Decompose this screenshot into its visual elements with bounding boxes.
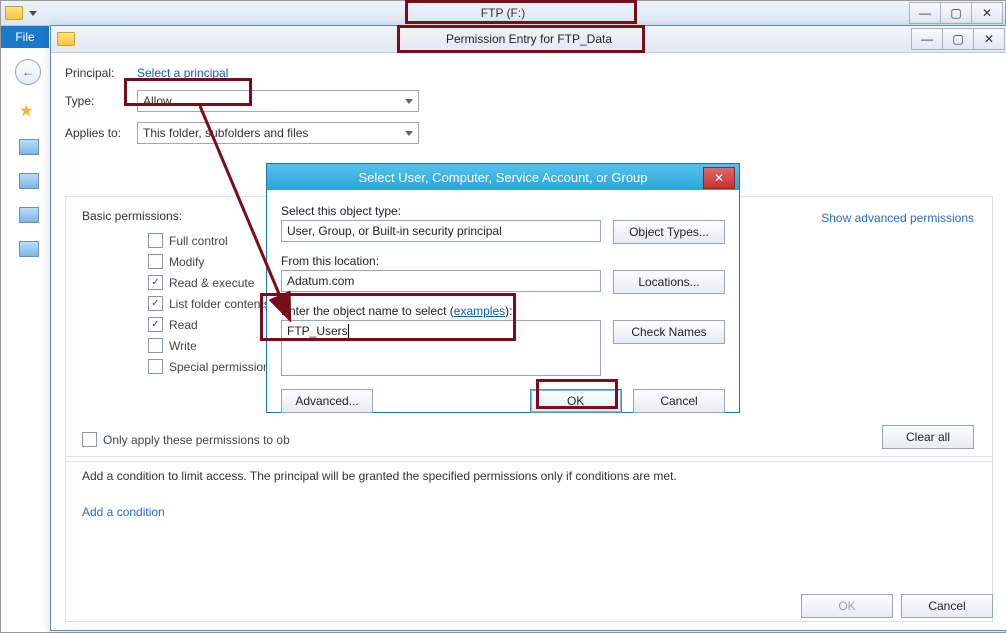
type-select[interactable]: Allow xyxy=(137,90,419,112)
perm-label: Special permissions xyxy=(169,360,276,374)
perm-label: Write xyxy=(169,339,197,353)
type-value: Allow xyxy=(143,94,172,108)
maximize-button[interactable]: ▢ xyxy=(940,2,972,24)
perm-label: Read & execute xyxy=(169,276,254,290)
dropdown-caret-icon[interactable] xyxy=(29,11,37,16)
close-button[interactable]: ✕ xyxy=(703,167,735,189)
check-names-button[interactable]: Check Names xyxy=(613,320,725,344)
perm-label: Full control xyxy=(169,234,228,248)
object-type-value: User, Group, or Built-in security princi… xyxy=(287,224,502,238)
explorer-nav-icons: ★ xyxy=(19,101,39,257)
select-user-titlebar: Select User, Computer, Service Account, … xyxy=(267,164,739,190)
cancel-button[interactable]: Cancel xyxy=(633,389,725,413)
explorer-title: FTP (F:) xyxy=(481,6,525,20)
select-user-title: Select User, Computer, Service Account, … xyxy=(358,170,647,185)
nav-icon[interactable] xyxy=(19,207,39,223)
perm-label: Read xyxy=(169,318,198,332)
folder-icon xyxy=(57,32,75,46)
location-label: From this location: xyxy=(281,254,725,268)
object-name-value: FTP_Users xyxy=(287,324,349,338)
close-button[interactable]: ✕ xyxy=(971,2,1003,24)
dropdown-arrow-icon xyxy=(405,131,413,136)
perm-label: List folder contents xyxy=(169,297,270,311)
ok-button[interactable]: OK xyxy=(530,389,622,413)
applies-to-label: Applies to: xyxy=(65,126,137,140)
close-button[interactable]: ✕ xyxy=(973,28,1005,50)
checkbox-icon[interactable] xyxy=(148,275,163,290)
ok-button[interactable]: OK xyxy=(801,594,893,618)
explorer-titlebar: FTP (F:) — ▢ ✕ xyxy=(1,1,1005,26)
perm-titlebar: Permission Entry for FTP_Data — ▢ ✕ xyxy=(51,26,1006,53)
enter-object-label: Enter the object name to select (example… xyxy=(281,304,725,318)
checkbox-icon[interactable] xyxy=(148,317,163,332)
principal-label: Principal: xyxy=(65,66,137,80)
object-type-label: Select this object type: xyxy=(281,204,725,218)
object-name-input[interactable]: FTP_Users xyxy=(281,320,601,376)
favorites-star-icon[interactable]: ★ xyxy=(19,101,39,121)
minimize-button[interactable]: — xyxy=(911,28,943,50)
checkbox-icon[interactable] xyxy=(148,359,163,374)
location-field: Adatum.com xyxy=(281,270,601,292)
perm-label: Modify xyxy=(169,255,204,269)
add-condition-link[interactable]: Add a condition xyxy=(82,505,165,519)
select-principal-link[interactable]: Select a principal xyxy=(137,66,228,80)
checkbox-icon[interactable] xyxy=(148,338,163,353)
applies-to-value: This folder, subfolders and files xyxy=(143,126,308,140)
dropdown-arrow-icon xyxy=(405,99,413,104)
back-button[interactable]: ← xyxy=(15,59,41,85)
only-apply-row[interactable]: Only apply these permissions to ob xyxy=(82,432,290,447)
examples-link[interactable]: examples xyxy=(454,304,505,318)
object-type-field: User, Group, or Built-in security princi… xyxy=(281,220,601,242)
nav-icon[interactable] xyxy=(19,241,39,257)
locations-button[interactable]: Locations... xyxy=(613,270,725,294)
applies-to-select[interactable]: This folder, subfolders and files xyxy=(137,122,419,144)
cancel-button[interactable]: Cancel xyxy=(901,594,993,618)
checkbox-icon[interactable] xyxy=(148,233,163,248)
conditions-message: Add a condition to limit access. The pri… xyxy=(82,469,976,483)
perm-title: Permission Entry for FTP_Data xyxy=(446,32,612,46)
minimize-button[interactable]: — xyxy=(909,2,941,24)
folder-icon xyxy=(5,6,23,20)
checkbox-icon[interactable] xyxy=(82,432,97,447)
object-types-button[interactable]: Object Types... xyxy=(613,220,725,244)
advanced-button[interactable]: Advanced... xyxy=(281,389,373,413)
select-user-dialog: Select User, Computer, Service Account, … xyxy=(266,163,740,413)
nav-icon[interactable] xyxy=(19,139,39,155)
checkbox-icon[interactable] xyxy=(148,296,163,311)
checkbox-icon[interactable] xyxy=(148,254,163,269)
maximize-button[interactable]: ▢ xyxy=(942,28,974,50)
type-label: Type: xyxy=(65,94,137,108)
location-value: Adatum.com xyxy=(287,274,354,288)
nav-icon[interactable] xyxy=(19,173,39,189)
clear-all-button[interactable]: Clear all xyxy=(882,425,974,449)
show-advanced-permissions-link[interactable]: Show advanced permissions xyxy=(821,211,974,225)
only-apply-label: Only apply these permissions to ob xyxy=(103,433,290,447)
file-tab[interactable]: File xyxy=(1,26,49,48)
